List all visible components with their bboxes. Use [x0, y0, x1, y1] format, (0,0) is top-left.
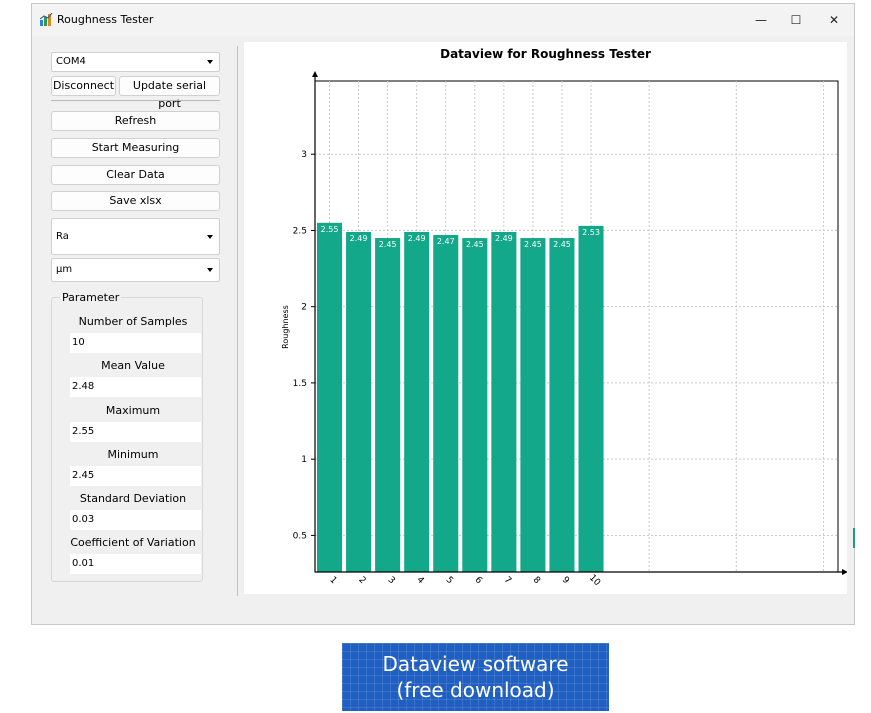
- refresh-button[interactable]: Refresh: [51, 111, 220, 131]
- x-axis-arrow-icon: [842, 569, 847, 575]
- start-measuring-button[interactable]: Start Measuring: [51, 138, 220, 158]
- x-tick-label: 1: [327, 575, 338, 586]
- bar: [375, 238, 401, 572]
- bar-data-label: 2.45: [466, 240, 484, 249]
- bar-data-label: 2.45: [524, 240, 542, 249]
- x-tick-label: 5: [444, 575, 455, 586]
- param-value-mean[interactable]: 2.48: [70, 377, 201, 397]
- chevron-down-icon: [207, 60, 213, 64]
- x-tick-label: 9: [560, 575, 571, 586]
- roughness-parameter-value: Ra: [56, 231, 69, 242]
- bar: [520, 238, 546, 572]
- chevron-down-icon: [207, 235, 213, 239]
- bar: [317, 222, 343, 573]
- bar-data-label: 2.45: [379, 240, 397, 249]
- x-tick-label: 6: [473, 575, 484, 586]
- unit-select[interactable]: µm: [51, 258, 220, 282]
- x-tick-label: 7: [502, 575, 513, 586]
- minimize-button[interactable]: —: [748, 10, 774, 30]
- param-value-maximum[interactable]: 2.55: [70, 422, 201, 442]
- app-chart-icon: [40, 13, 53, 26]
- banner-line-2: (free download): [396, 678, 555, 702]
- bar-data-label: 2.49: [408, 234, 426, 243]
- disconnect-button[interactable]: Disconnect: [51, 76, 116, 96]
- y-tick-label: 1: [301, 455, 307, 465]
- close-button[interactable]: ✕: [821, 10, 847, 30]
- y-tick-label: 3: [301, 150, 307, 160]
- x-tick-label: 3: [385, 575, 396, 586]
- param-label-mean: Mean Value: [101, 359, 165, 372]
- bar: [404, 231, 430, 572]
- window-title: Roughness Tester: [57, 13, 154, 26]
- download-banner[interactable]: Dataview software (free download): [342, 643, 609, 711]
- unit-value: µm: [56, 264, 73, 275]
- param-value-minimum[interactable]: 2.45: [70, 466, 201, 486]
- bar-data-label: 2.47: [437, 237, 455, 246]
- bar: [433, 235, 459, 572]
- panel-splitter[interactable]: [237, 46, 238, 596]
- param-label-maximum: Maximum: [105, 404, 161, 417]
- param-value-samples[interactable]: 10: [70, 333, 201, 353]
- roughness-parameter-select[interactable]: Ra: [51, 218, 220, 255]
- bar-data-label: 2.49: [350, 234, 368, 243]
- x-tick-label: 8: [531, 575, 542, 586]
- bar-data-label: 2.45: [553, 240, 571, 249]
- banner-line-1: Dataview software: [382, 652, 569, 676]
- param-value-cv[interactable]: 0.01: [70, 554, 201, 574]
- y-axis-arrow-icon: [312, 71, 318, 77]
- bar-chart: 0.511.522.532.552.492.452.49 2.47 2.452.49…: [281, 71, 847, 588]
- chevron-down-icon: [207, 268, 213, 272]
- divider: [51, 100, 220, 101]
- bar-data-label: 2.55: [321, 225, 339, 234]
- title-bar[interactable]: Roughness Tester — ☐ ✕: [32, 4, 854, 36]
- x-tick-label: 2: [356, 575, 367, 586]
- update-serial-port-button[interactable]: Update serial port: [119, 76, 220, 110]
- y-tick-label: 0.5: [293, 531, 307, 541]
- clear-data-button[interactable]: Clear Data: [51, 165, 220, 185]
- x-tick-label: 10: [587, 573, 602, 588]
- x-tick-label: 4: [415, 575, 426, 586]
- bar: [491, 231, 517, 572]
- chart-area[interactable]: Dataview for Roughness Tester 0.5 1 1.5 2 2.…: [244, 42, 847, 594]
- bar: [549, 238, 575, 572]
- param-label-minimum: Minimum: [107, 448, 159, 461]
- y-axis-label: Roughness: [281, 305, 290, 349]
- param-label-std-dev: Standard Deviation: [79, 492, 187, 505]
- app-window: Roughness Tester — ☐ ✕ COM4 Disconnect U…: [31, 3, 855, 625]
- param-value-std-dev[interactable]: 0.03: [70, 510, 201, 530]
- y-tick-label: 2: [301, 303, 307, 313]
- y-tick-label: 2.5: [293, 226, 307, 236]
- serial-port-select[interactable]: COM4: [51, 52, 220, 72]
- maximize-button[interactable]: ☐: [783, 10, 809, 30]
- window-edge-accent: [853, 528, 855, 548]
- parameter-group-title: Parameter: [60, 291, 122, 304]
- param-label-samples: Number of Samples: [78, 315, 188, 328]
- y-tick-label: 1.5: [293, 379, 307, 389]
- param-label-cv: Coefficient of Variation: [70, 536, 196, 549]
- save-xlsx-button[interactable]: Save xlsx: [51, 191, 220, 211]
- bar-data-label: 2.49: [495, 234, 513, 243]
- serial-port-value: COM4: [56, 56, 86, 67]
- bar: [578, 225, 604, 573]
- bar-data-label: 2.53: [582, 228, 600, 237]
- bar: [346, 231, 372, 572]
- bar: [462, 238, 488, 572]
